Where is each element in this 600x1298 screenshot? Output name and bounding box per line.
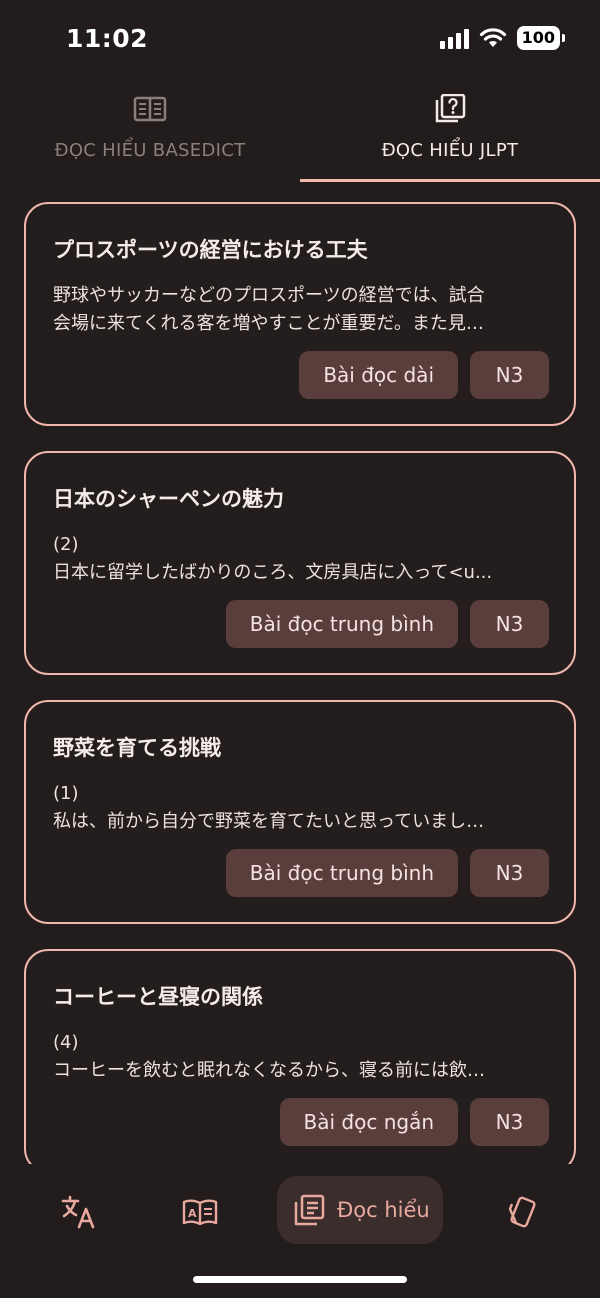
excerpt-line: (2) xyxy=(53,534,79,555)
level-tag: N3 xyxy=(470,1098,549,1146)
card-tags: Bài đọc trung bình N3 xyxy=(225,849,549,897)
nav-flashcards[interactable] xyxy=(503,1192,543,1232)
reading-list[interactable]: プロスポーツの経営における工夫 野球やサッカーなどのプロスポーツの経営では、試合… xyxy=(24,202,576,1164)
tab-jlpt-label: ĐỌC HIỂU JLPT xyxy=(381,140,519,161)
reading-card[interactable]: 野菜を育てる挑戦 (1) 私は、前から自分で野菜を育てたいと思っていまし… Bà… xyxy=(24,700,576,924)
nav-reading-label: Đọc hiểu xyxy=(337,1198,430,1222)
excerpt-line: (4) xyxy=(53,1032,79,1053)
reading-card[interactable]: コーヒーと昼寝の関係 (4) コーヒーを飲むと眠れなくなるから、寝る前には飲… … xyxy=(24,949,576,1164)
reading-list-icon xyxy=(294,1194,325,1226)
top-tab-bar: ĐỌC HIỂU BASEDICT ĐỌC HIỂU JLPT xyxy=(0,86,600,182)
nav-dictionary[interactable]: A xyxy=(180,1192,220,1232)
excerpt-line: コーヒーを飲むと眠れなくなるから、寝る前には飲… xyxy=(53,1060,485,1081)
excerpt-line: 野球やサッカーなどのプロスポーツの経営では、試合 xyxy=(53,285,485,306)
excerpt-line: 私は、前から自分で野菜を育てたいと思っていまし… xyxy=(53,811,485,832)
card-excerpt: (1) 私は、前から自分で野菜を育てたいと思っていまし… xyxy=(53,780,553,836)
card-excerpt: (2) 日本に留学したばかりのころ、文房具店に入って<u... xyxy=(53,531,553,587)
translate-icon xyxy=(61,1195,95,1229)
active-tab-indicator xyxy=(300,179,600,182)
question-book-icon xyxy=(435,94,466,123)
status-bar: 11:02 100 xyxy=(0,0,600,80)
reading-card[interactable]: 日本のシャーペンの魅力 (2) 日本に留学したばかりのころ、文房具店に入って<u… xyxy=(24,451,576,675)
nav-reading-content: Đọc hiểu xyxy=(293,1190,430,1230)
card-title: 日本のシャーペンの魅力 xyxy=(53,487,284,511)
status-time: 11:02 xyxy=(66,24,149,53)
tab-basedict-label: ĐỌC HIỂU BASEDICT xyxy=(54,140,246,161)
excerpt-line: 日本に留学したばかりのころ、文房具店に入って<u... xyxy=(53,562,493,583)
card-tags: Bài đọc trung bình N3 xyxy=(225,600,549,648)
tab-jlpt-reading[interactable]: ĐỌC HIỂU JLPT xyxy=(300,86,600,182)
wifi-icon xyxy=(479,28,506,47)
length-tag: Bài đọc ngắn xyxy=(279,1098,458,1146)
nav-reading[interactable]: Đọc hiểu xyxy=(277,1176,443,1244)
excerpt-line: (1) xyxy=(53,783,79,804)
battery-indicator: 100 xyxy=(516,26,566,50)
excerpt-line: 会場に来てくれる客を増やすことが重要だ。また見… xyxy=(53,313,484,334)
card-excerpt: 野球やサッカーなどのプロスポーツの経営では、試合 会場に来てくれる客を増やすこと… xyxy=(53,282,553,338)
level-tag: N3 xyxy=(470,849,549,897)
card-tags: Bài đọc ngắn N3 xyxy=(279,1098,549,1146)
status-icons: 100 xyxy=(439,26,566,50)
card-title: プロスポーツの経営における工夫 xyxy=(53,238,368,262)
card-tags: Bài đọc dài N3 xyxy=(299,351,549,399)
reading-card[interactable]: プロスポーツの経営における工夫 野球やサッカーなどのプロスポーツの経営では、試合… xyxy=(24,202,576,426)
nav-translate[interactable] xyxy=(58,1192,98,1232)
open-book-icon: A xyxy=(182,1199,218,1226)
length-tag: Bài đọc dài xyxy=(299,351,458,399)
tab-basedict-reading[interactable]: ĐỌC HIỂU BASEDICT xyxy=(0,86,300,182)
card-excerpt: (4) コーヒーを飲むと眠れなくなるから、寝る前には飲… xyxy=(53,1029,553,1085)
bottom-navigation: A Đọc hiểu xyxy=(0,1168,600,1258)
length-tag: Bài đọc trung bình xyxy=(225,849,458,897)
level-tag: N3 xyxy=(470,351,549,399)
length-tag: Bài đọc trung bình xyxy=(225,600,458,648)
home-indicator xyxy=(193,1276,407,1283)
flashcards-icon xyxy=(508,1196,536,1228)
card-title: 野菜を育てる挑戦 xyxy=(53,736,221,760)
card-title: コーヒーと昼寝の関係 xyxy=(53,985,263,1009)
book-columns-icon xyxy=(133,96,167,122)
svg-text:A: A xyxy=(188,1207,197,1220)
cellular-signal-icon xyxy=(439,27,469,49)
level-tag: N3 xyxy=(470,600,549,648)
